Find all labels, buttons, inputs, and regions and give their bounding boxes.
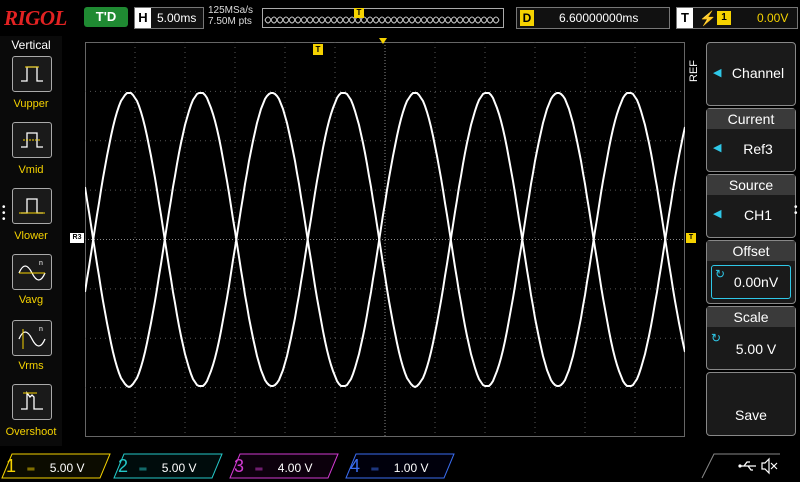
save-label: Save xyxy=(735,407,767,423)
vupper-button[interactable] xyxy=(12,56,52,92)
channel-2-tab[interactable]: 2 ═ 5.00 V xyxy=(118,454,218,478)
vavg-label: Vavg xyxy=(18,294,44,306)
current-header: Current xyxy=(707,109,795,129)
memory-depth: 7.50M pts xyxy=(208,16,252,27)
menu-section-label: REF xyxy=(688,60,700,82)
trigger-time-marker[interactable]: T xyxy=(313,44,323,55)
timebase-value: 5.00ms xyxy=(157,11,197,25)
vrms-button[interactable]: n xyxy=(12,320,52,356)
scale-value: 5.00 V xyxy=(735,341,777,357)
dc-coupling-icon: ═ xyxy=(255,464,263,475)
svg-text:n: n xyxy=(39,326,43,333)
usb-icon xyxy=(738,461,756,471)
channel-1-tab[interactable]: 1 ═ 5.00 V xyxy=(6,454,106,478)
vupper-icon xyxy=(21,66,43,82)
menu-title: Vertical xyxy=(11,38,51,52)
vmid-button[interactable] xyxy=(12,122,52,158)
delay-label: D xyxy=(520,10,534,26)
offset-knob-field[interactable]: ↻ 0.00nV xyxy=(711,265,791,299)
delay-value: 6.60000000ms xyxy=(559,11,639,25)
channel-number: 3 xyxy=(234,456,245,476)
channel-4-tab[interactable]: 4 ═ 1.00 V xyxy=(350,454,450,478)
waveform-display[interactable] xyxy=(85,42,685,437)
save-softkey[interactable]: Save xyxy=(706,372,796,436)
vavg-icon: n xyxy=(18,260,46,281)
trigger-position-marker: T xyxy=(354,8,364,18)
overshoot-icon xyxy=(21,391,43,410)
source-header: Source xyxy=(707,175,795,195)
vrms-label: Vrms xyxy=(18,360,44,372)
trigger-level-marker[interactable]: T xyxy=(686,233,696,243)
vrms-icon: n xyxy=(18,326,46,349)
channel-scale: 5.00 V xyxy=(49,461,85,475)
trigger-box[interactable]: T ⚡ 1 0.00V xyxy=(676,7,798,29)
center-arrow-icon xyxy=(379,38,387,44)
channel-scale: 4.00 V xyxy=(277,461,313,475)
memory-overview-strip xyxy=(262,8,504,28)
overshoot-button[interactable] xyxy=(12,384,52,420)
trigger-status-badge: T'D xyxy=(84,7,128,27)
offset-value: 0.00nV xyxy=(733,274,779,290)
channel-number: 2 xyxy=(118,456,129,476)
offset-header: Offset xyxy=(707,241,795,261)
vavg-button[interactable]: n xyxy=(12,254,52,290)
channel-status-bar: 1 ═ 5.00 V 2 ═ 5.00 V 3 ═ 4.00 V 4 ═ 1.0… xyxy=(0,452,800,480)
delay-box[interactable]: D 6.60000000ms xyxy=(516,7,670,29)
channel-label: Channel xyxy=(731,65,785,81)
vlower-label: Vlower xyxy=(14,230,48,242)
ref-position-marker[interactable]: R3 xyxy=(70,233,84,243)
trigger-source-badge: 1 xyxy=(717,11,731,25)
top-status-bar: RIGOL T'D H 5.00ms 125MSa/s 7.50M pts T … xyxy=(0,0,800,36)
sample-rate: 125MSa/s xyxy=(208,5,254,16)
scale-softkey[interactable]: Scale ↻ 5.00 V xyxy=(706,306,796,370)
svg-text:n: n xyxy=(39,260,43,267)
speaker-muted-icon xyxy=(761,457,778,475)
acquisition-info: 125MSa/s 7.50M pts xyxy=(208,5,253,27)
current-value: Ref3 xyxy=(743,141,773,157)
timebase-label: H xyxy=(135,8,151,28)
offset-softkey[interactable]: Offset ↻ 0.00nV xyxy=(706,240,796,304)
status-icons xyxy=(701,453,780,479)
channel-scale: 1.00 V xyxy=(393,461,429,475)
timebase-box[interactable]: H 5.00ms xyxy=(134,7,204,29)
dc-coupling-icon: ═ xyxy=(371,464,379,475)
trigger-label: T xyxy=(677,8,693,28)
graticule xyxy=(85,42,685,437)
channel-3-tab[interactable]: 3 ═ 4.00 V xyxy=(234,454,334,478)
source-value: CH1 xyxy=(743,207,772,223)
vlower-button[interactable] xyxy=(12,188,52,224)
brand-logo: RIGOL xyxy=(4,6,67,30)
dc-coupling-icon: ═ xyxy=(139,464,147,475)
vmid-icon xyxy=(21,132,43,148)
current-softkey[interactable]: Current ◀ Ref3 xyxy=(706,108,796,172)
dc-coupling-icon: ═ xyxy=(27,464,35,475)
menu-page-dots-icon: • • xyxy=(794,202,798,219)
channel-number: 4 xyxy=(350,456,361,476)
vertical-measure-menu: Vertical Vupper Vmid Vlower n Vavg n Vrm… xyxy=(0,36,62,446)
vlower-icon xyxy=(19,198,45,214)
rising-edge-icon: ⚡ xyxy=(699,10,717,26)
scale-header: Scale xyxy=(707,307,795,327)
vmid-label: Vmid xyxy=(18,164,44,176)
menu-page-dots-icon: • • • xyxy=(2,202,6,225)
ref-softkey-menu: REF ◀ Channel Current ◀ Ref3 Source ◀ CH… xyxy=(688,38,800,438)
source-softkey[interactable]: Source ◀ CH1 xyxy=(706,174,796,238)
channel-scale: 5.00 V xyxy=(161,461,197,475)
channel-softkey[interactable]: ◀ Channel xyxy=(706,42,796,106)
channel-number: 1 xyxy=(6,456,17,476)
vupper-label: Vupper xyxy=(13,98,49,110)
trigger-level: 0.00V xyxy=(757,11,789,25)
overshoot-label: Overshoot xyxy=(5,426,57,438)
